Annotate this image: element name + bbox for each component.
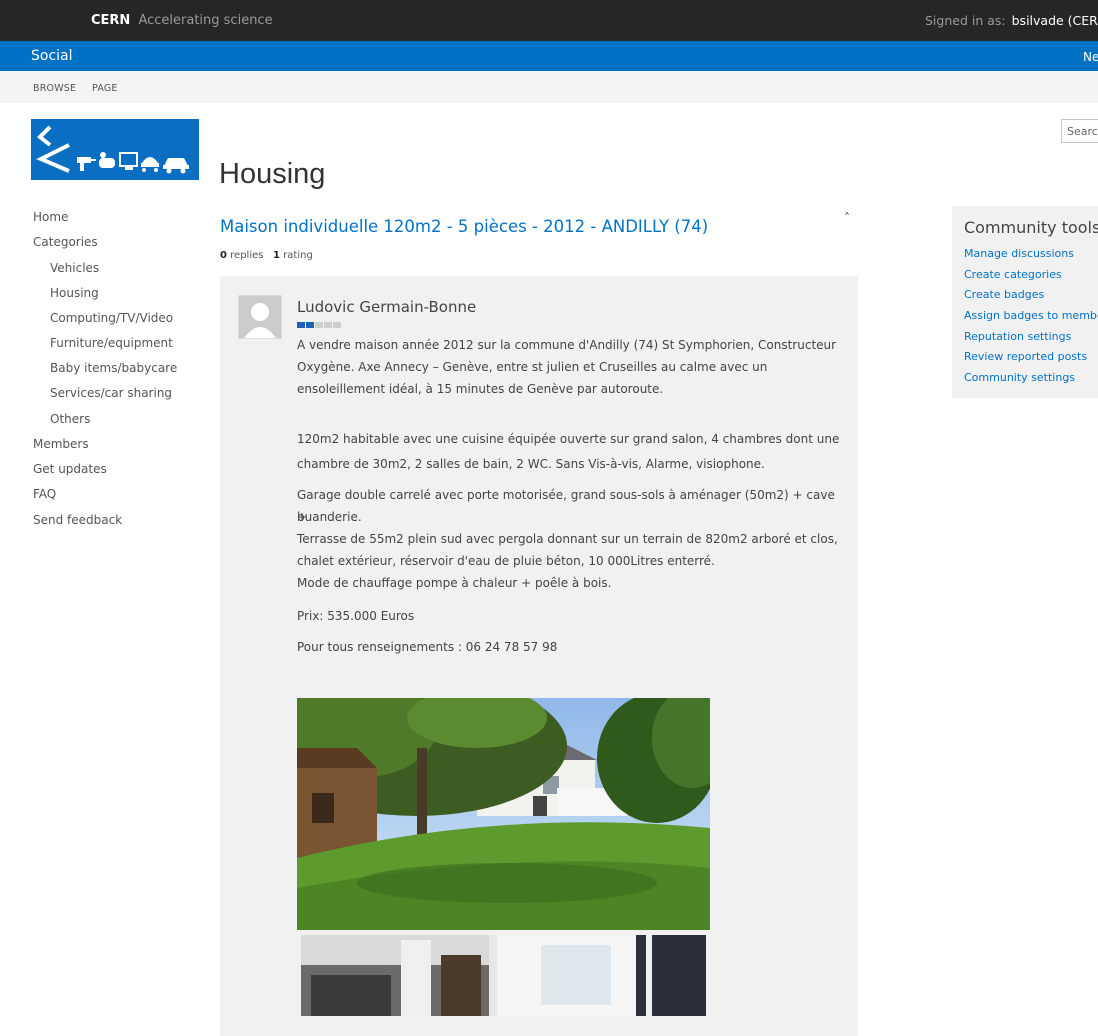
nav-computing[interactable]: Computing/TV/Video — [50, 311, 173, 325]
post-line: Oxygène. Axe Annecy – Genève, entre st j… — [297, 360, 768, 374]
reputation-settings-link[interactable]: Reputation settings — [964, 330, 1071, 343]
brand-link[interactable]: CERN Accelerating science — [91, 13, 273, 28]
post-line: chalet extérieur, réservoir d'eau de plu… — [297, 554, 715, 568]
post-author[interactable]: Ludovic Germain-Bonne — [297, 298, 476, 316]
nav-baby-items[interactable]: Baby items/babycare — [50, 361, 177, 375]
site-logo[interactable] — [31, 119, 199, 180]
post-price: Prix: 535.000 Euros — [297, 609, 415, 623]
nav-get-updates[interactable]: Get updates — [33, 462, 107, 476]
page-title: Housing — [219, 158, 326, 191]
create-badges-link[interactable]: Create badges — [964, 288, 1044, 301]
post-line: ensoleillement idéal, à 15 minutes de Ge… — [297, 382, 664, 396]
site-bar-right-link[interactable]: Ne — [1083, 50, 1098, 64]
site-bar: Social Ne — [0, 41, 1098, 71]
house-photo[interactable] — [297, 698, 710, 930]
collapse-icon[interactable]: ˄ — [844, 211, 850, 225]
rating-count: 1 — [273, 250, 280, 261]
assign-badges-link[interactable]: Assign badges to membe — [964, 309, 1098, 322]
brand-name: CERN — [91, 13, 131, 28]
nav-categories[interactable]: Categories — [33, 235, 98, 249]
site-title[interactable]: Social — [31, 48, 73, 64]
nav-home[interactable]: Home — [33, 210, 68, 224]
community-settings-link[interactable]: Community settings — [964, 371, 1075, 384]
signed-in-label: Signed in as: — [925, 13, 1006, 28]
nav-housing[interactable]: Housing — [50, 286, 99, 300]
social-logo-icon — [36, 125, 189, 174]
tab-page[interactable]: PAGE — [92, 83, 118, 94]
community-tools-title: Community tools — [964, 218, 1098, 237]
signed-in-info: Signed in as: bsilvade (CERN — [925, 13, 1098, 28]
post-line: buanderie. — [297, 510, 362, 524]
nav-send-feedback[interactable]: Send feedback — [33, 513, 122, 527]
review-reported-posts-link[interactable]: Review reported posts — [964, 350, 1087, 363]
nav-others[interactable]: Others — [50, 412, 90, 426]
interior-photos[interactable] — [301, 935, 706, 1016]
brand-tagline: Accelerating science — [138, 13, 273, 28]
user-placeholder-icon — [239, 296, 281, 338]
nav-members[interactable]: Members — [33, 437, 89, 451]
rating-label: rating — [283, 250, 313, 261]
nav-vehicles[interactable]: Vehicles — [50, 261, 99, 275]
tab-browse[interactable]: BROWSE — [33, 83, 76, 94]
search-input[interactable]: Search — [1061, 119, 1098, 143]
discussion-title[interactable]: Maison individuelle 120m2 - 5 pièces - 2… — [220, 217, 708, 236]
suite-bar: CERN Accelerating science Signed in as: b… — [0, 0, 1098, 41]
post-line: Terrasse de 55m2 plein sud avec pergola … — [297, 532, 838, 546]
ribbon: BROWSE PAGE — [0, 71, 1098, 103]
post-line: chambre de 30m2, 2 salles de bain, 2 WC.… — [297, 457, 765, 471]
post-line: A vendre maison année 2012 sur la commun… — [297, 338, 837, 352]
replies-label: replies — [230, 250, 264, 261]
create-categories-link[interactable]: Create categories — [964, 268, 1062, 281]
nav-services[interactable]: Services/car sharing — [50, 386, 172, 400]
reputation-badge — [297, 322, 341, 328]
replies-count: 0 — [220, 250, 227, 261]
avatar[interactable] — [238, 295, 282, 339]
discussion-meta: 0 replies 1 rating — [220, 250, 313, 261]
nav-furniture[interactable]: Furniture/equipment — [50, 336, 173, 350]
post-line: 120m2 habitable avec une cuisine équipée… — [297, 432, 840, 446]
post-contact: Pour tous renseignements : 06 24 78 57 9… — [297, 640, 558, 654]
house-interior-image — [301, 935, 706, 1016]
post-line: Mode de chauffage pompe à chaleur + poêl… — [297, 576, 612, 590]
nav-faq[interactable]: FAQ — [33, 487, 56, 501]
manage-discussions-link[interactable]: Manage discussions — [964, 247, 1074, 260]
user-menu[interactable]: bsilvade (CERN — [1012, 13, 1098, 28]
house-exterior-image — [297, 698, 710, 930]
